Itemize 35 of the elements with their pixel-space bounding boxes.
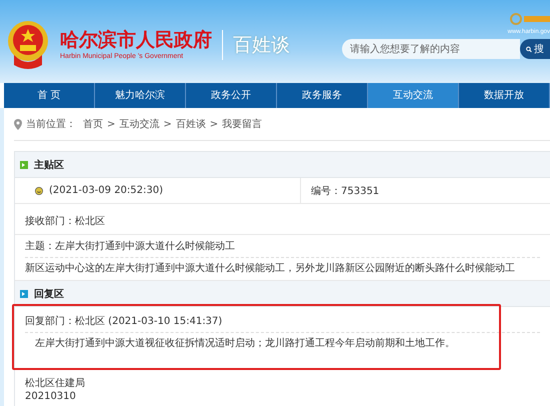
section-title: 主贴区	[34, 158, 64, 172]
search-icon	[526, 44, 532, 54]
reply-text: 左岸大街打通到中源大道视征收征拆情况适时启动；龙川路打通工程今年启动前期和土地工作。	[34, 336, 456, 351]
subject-text: 主题：左岸大街打通到中源大道什么时候能动工	[25, 237, 540, 258]
arrow-icon	[20, 160, 28, 168]
section-title: 回复区	[34, 288, 64, 300]
post-text: 新区运动中心这的左岸大街打通到中源大道什么时候能动工，另外龙川路新区公园附近的断头路什么时候能动工	[25, 262, 516, 276]
breadcrumb-link[interactable]: 我要留言	[222, 117, 262, 131]
breadcrumb-link[interactable]: 互动交流	[119, 117, 160, 131]
nav-tab[interactable]: 魅力哈尔滨	[95, 83, 186, 108]
search-field[interactable]: 请输入您想要了解的内容	[342, 39, 520, 59]
breadcrumb-link[interactable]: 百姓谈	[176, 117, 206, 131]
site-title: 哈尔滨市人民政府	[60, 29, 212, 51]
nav-tab[interactable]: 数据开放	[459, 83, 550, 108]
reply-signature: 松北区住建局	[25, 377, 86, 390]
reply-meta: 回复部门：松北区 (2021-03-10 15:41:37)	[25, 315, 540, 333]
arrow-icon	[20, 290, 28, 298]
breadcrumb-link[interactable]: 首页	[83, 117, 103, 131]
location-pin-icon	[14, 118, 22, 130]
smiley-icon	[35, 186, 43, 194]
department-text: 接收部门：松北区	[15, 204, 550, 235]
nav-tab[interactable]: 互动交流	[368, 83, 459, 108]
breadcrumb-separator: >	[210, 118, 218, 130]
nav-tab[interactable]: 政务服务	[277, 83, 368, 108]
post-number: 编号：753351	[311, 184, 380, 198]
post-time: (2021-03-09 20:52:30)	[49, 185, 164, 196]
breadcrumb-separator: >	[163, 118, 172, 130]
nav-tab[interactable]: 首 页	[4, 83, 95, 108]
section-title: 百姓谈	[233, 32, 290, 58]
emblem-icon	[6, 18, 50, 70]
breadcrumb-separator: >	[107, 118, 116, 130]
search-button[interactable]: 搜	[520, 39, 550, 59]
nav-tab[interactable]: 政务公开	[186, 83, 277, 108]
reply-date: 20210310	[25, 390, 77, 404]
breadcrumb-label: 当前位置：	[26, 118, 76, 131]
